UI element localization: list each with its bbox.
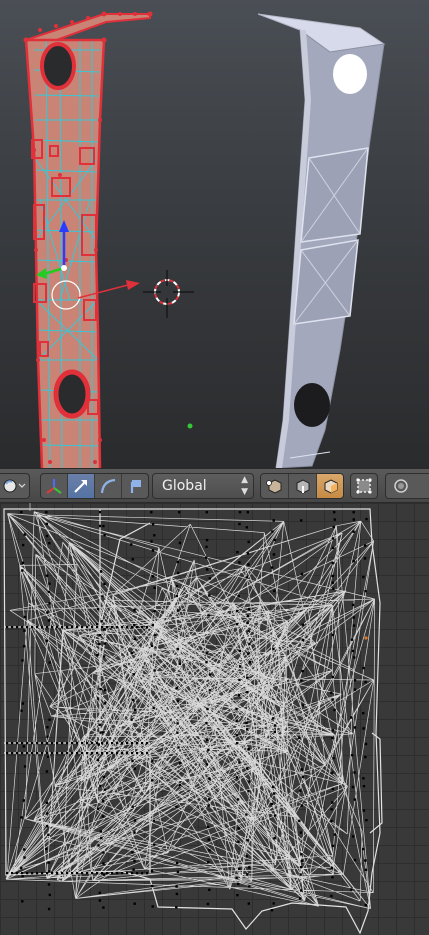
vertex-select-icon[interactable] bbox=[261, 474, 289, 498]
selected-top-hole bbox=[40, 42, 76, 90]
dropdown-arrows-icon: ▲ ▼ bbox=[241, 475, 248, 497]
transform-axes-icon[interactable] bbox=[41, 474, 68, 498]
gray-bracket-mesh[interactable] bbox=[257, 13, 386, 468]
face-select-icon[interactable] bbox=[317, 474, 343, 498]
viewport-header-toolbar: Global ▲ ▼ bbox=[0, 468, 429, 503]
3d-viewport[interactable] bbox=[0, 0, 429, 468]
selected-bottom-hole bbox=[53, 369, 91, 419]
scale-icon[interactable] bbox=[122, 474, 148, 498]
limit-selection-button[interactable] bbox=[350, 473, 378, 499]
3d-cursor-icon[interactable] bbox=[143, 270, 194, 318]
proportional-edit-icon bbox=[386, 474, 416, 498]
uv-wireframe bbox=[3, 503, 383, 935]
limit-selection-icon bbox=[351, 474, 377, 498]
viewport-shading-button[interactable] bbox=[0, 473, 30, 499]
top-hole bbox=[333, 54, 367, 94]
bottom-hole bbox=[294, 383, 330, 427]
edge-select-icon[interactable] bbox=[289, 474, 317, 498]
uv-editor[interactable] bbox=[0, 503, 429, 935]
manipulator-group bbox=[40, 473, 149, 499]
arc-icon[interactable] bbox=[95, 474, 122, 498]
orientation-value: Global bbox=[162, 478, 207, 494]
viewport-scene bbox=[23, 11, 386, 469]
origin-dot bbox=[187, 423, 193, 429]
select-mode-group bbox=[260, 473, 344, 499]
proportional-edit-button[interactable] bbox=[385, 473, 429, 499]
uv-active-vertex bbox=[364, 636, 368, 640]
sphere-icon bbox=[0, 474, 29, 498]
uv-edges bbox=[5, 503, 375, 910]
transform-orientation-dropdown[interactable]: Global ▲ ▼ bbox=[152, 473, 254, 499]
uv-edge-mesh bbox=[5, 503, 375, 910]
arrow-icon[interactable] bbox=[68, 474, 95, 498]
selected-edit-mesh[interactable] bbox=[23, 11, 153, 469]
